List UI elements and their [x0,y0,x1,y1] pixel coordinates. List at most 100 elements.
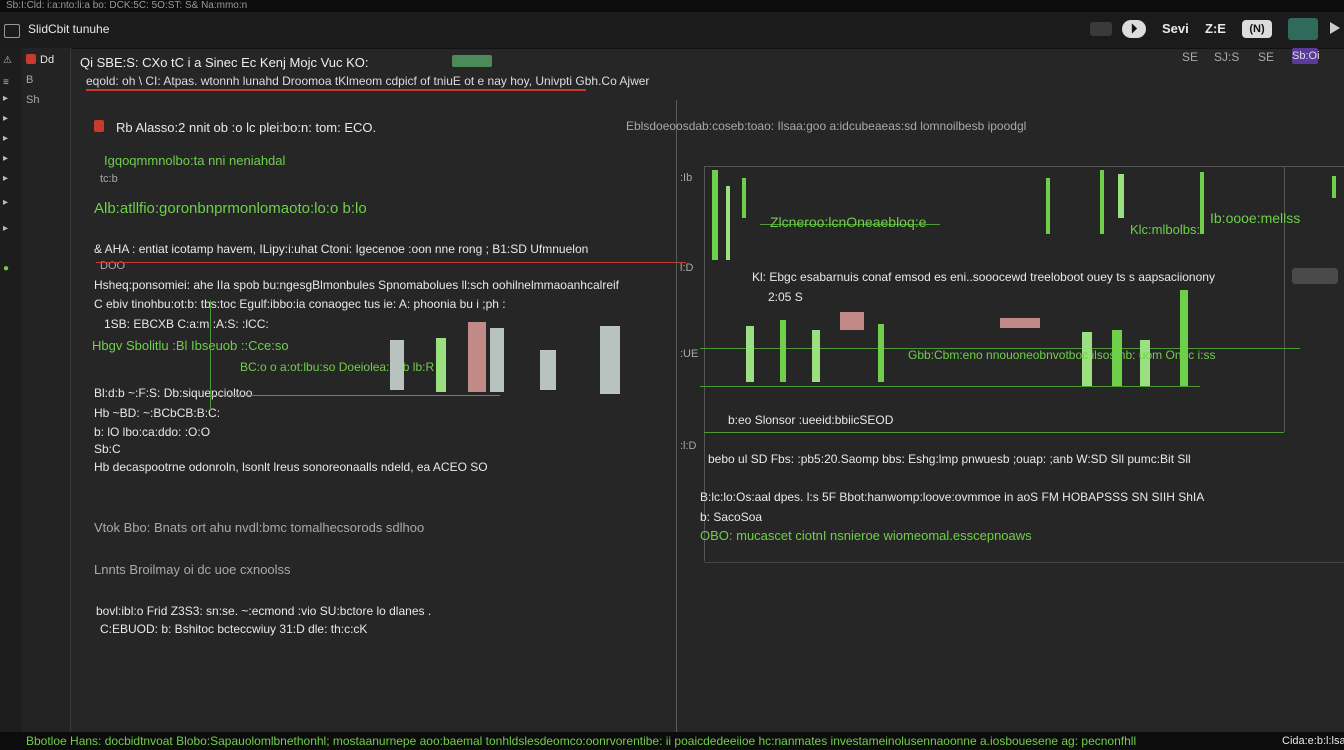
chart-border-right [1284,166,1285,432]
chart-bar [1200,172,1204,234]
app-label: SlidCbit tunuhe [28,22,110,36]
nav-icon-2[interactable]: ▸ [3,114,17,124]
code-line[interactable]: Igqoqmmnolbo:ta nni neniahdal [104,153,285,168]
main-toolbar: SlidCbit tunuhe ⏵ Sevi Z:E (N) SE SJ:S S… [0,12,1344,64]
window-title: Sb:I:Cld: i:a:nto:li:a bo: DCK:5C: 5O:ST… [6,0,248,11]
chart-caption: Zlcneroo:lcnOneaebloq:e [770,214,927,230]
chart-axis-label: :UE [680,348,699,360]
code-line[interactable]: b: lO lbo:ca:ddo: :O:O [94,425,210,439]
mode-icon[interactable]: ⏵ [1122,20,1146,38]
bars-icon[interactable]: ≡ [3,78,17,88]
chart-row: B:lc:lo:Os:aal dpes. l:s 5F Bbot:hanwomp… [700,490,1205,504]
chart-caption: Ib:oooe:mellss [1210,210,1301,226]
status-right[interactable]: Cida:e:b:l:lsa [1282,732,1344,750]
pane-divider[interactable] [676,100,677,732]
code-line[interactable]: tc:b [100,173,118,185]
code-line[interactable]: Hsheq:ponsomiei: ahe IIa spob bu:ngesgBl… [94,278,619,292]
chart-row: bebo ul SD Fbs: :pb5:20.Saomp bbs: Eshg:… [708,452,1191,466]
chart-bar [1100,170,1104,234]
chart-bar [1140,340,1150,386]
toggle-button[interactable] [1090,22,1112,36]
chart-bar [742,178,746,218]
nav-icon-7[interactable]: ▸ [3,224,17,234]
chart-top-line: Eblsdoeoosdab:coseb:toao: Ilsaa:goo a:id… [626,119,1027,133]
toolbar-item-2[interactable]: Z:E [1205,21,1226,36]
line-error-icon [94,120,104,132]
code-line[interactable]: Bl:d:b ~:F:S: Db:siquepcioltoo [94,386,252,400]
app-menu-icon[interactable] [4,24,20,38]
toolbar-item-1[interactable]: Sevi [1162,21,1189,36]
code-line[interactable]: C ebiv tinohbu:ot:b: tbs:toc Egulf:ibbo:… [94,297,506,311]
chart-bar [746,326,754,382]
chart-bar [840,312,864,330]
chart-axis-label: :Ib [680,172,693,184]
chart-row: OBO: mucascet ciotnI nsnieroe wiomeomal.… [700,528,1032,543]
mini-graph-label: BC:o o a:ot:lbu:so Doeiolea:hdb lb:R [240,360,435,374]
error-underline [86,89,586,91]
sub-item-3[interactable]: SE [1258,50,1274,64]
code-line[interactable]: Alb:atllfio:goronbnprmonlomaoto:lo:o b:l… [94,200,367,217]
chart-bar [1180,290,1188,386]
chart-row: Gbb:Cbm:eno nnouoneobnvotboc ilsos nb: u… [908,348,1216,362]
chart-bar [726,186,730,260]
chart-row: b: SacoSoa [700,510,763,524]
status-text: Bbotloe Hans: docbidtnvoat Blobo:Sapauol… [26,734,1137,748]
nav-icon-6[interactable]: ▸ [3,198,17,208]
code-line[interactable]: Hbgv Sbolitlu :Bl Ibseuob ::Cce:so [92,338,289,353]
nav-icon-1[interactable]: ▸ [3,94,17,104]
toolbar-item-3[interactable]: (N) [1242,20,1272,38]
window-title-bar: Sb:I:Cld: i:a:nto:li:a bo: DCK:5C: 5O:ST… [0,0,1344,12]
code-line[interactable]: Hb ~BD: ~:BCbCB:B:C: [94,406,220,420]
editor-gutter: Dd B Sh [22,48,71,732]
code-line[interactable]: Hb decaspootrne odonroln, lsonlt lreus s… [94,460,488,474]
status-dot-icon: ● [3,263,10,274]
status-bar: Bbotloe Hans: docbidtnvoat Blobo:Sapauol… [0,732,1344,750]
sub-item-2[interactable]: SJ:S [1214,50,1239,64]
gutter-label-3: Sh [26,94,40,106]
header-badge [452,55,492,67]
mini-bar [436,338,446,392]
warning-icon[interactable]: ⚠ [3,56,17,66]
code-line[interactable]: & AHA : entiat icotamp havem, ILipy:i:uh… [94,242,588,256]
chart-toggle-icon[interactable] [1292,268,1338,284]
chart-row: 2:05 S [768,290,803,304]
code-line[interactable]: 1SB: EBCXB C:a:m :A:S: :lCC: [104,317,269,331]
error-marker-icon [26,54,36,64]
chart-bar [878,324,884,382]
mini-bar [600,326,620,394]
gutter-label-2: B [26,74,34,86]
chart-bar [712,170,718,260]
chart-bar [780,320,786,382]
chart-axis-label: l:D [680,262,694,274]
mini-graph-axis [210,300,211,410]
mini-bar [468,322,486,392]
chart-row: Kl: Ebgc esabarnuis conaf emsod es eni..… [752,270,1215,284]
chart-bar [812,330,820,382]
nav-icon-5[interactable]: ▸ [3,174,17,184]
code-line[interactable]: Rb Alasso:2 nnit ob :o lc plei:bo:n: tom… [116,120,376,135]
chart-baseline [704,432,1284,433]
activity-bar: ⚠ ≡ ▸ ▸ ▸ ▸ ▸ ▸ ▸ ● [0,48,23,732]
note-line: Vtok Bbo: Bnats ort ahu nvdl:bmc tomalhe… [94,520,425,535]
editor-header: Qi SBE:S: CXo tC i a Sinec Ec Kenj Mojc … [80,55,369,70]
code-line[interactable]: Sb:C [94,442,121,456]
note-line: C:EBUOD: b: Bshitoc bcteccwiuy 31:D dle:… [100,622,368,636]
chart-bar [1332,176,1336,198]
chart-bar [1118,174,1124,218]
chart-border-top [704,166,1344,167]
sub-item-1[interactable]: SE [1182,50,1198,64]
mini-bar [490,328,504,392]
panel-toggle-icon[interactable] [1288,18,1318,40]
gutter-label-1: Dd [40,54,55,66]
nav-icon-3[interactable]: ▸ [3,134,17,144]
sub-item-4[interactable]: Sb:Oi [1292,48,1320,64]
note-line: bovl:ibl:o Frid Z3S3: sn:se. ~:ecmond :v… [96,604,432,618]
chart-border-bottom [704,562,1344,563]
nav-icon-4[interactable]: ▸ [3,154,17,164]
play-icon[interactable] [1330,22,1340,34]
editor-subheader: eqold: oh \ CI: Atpas. wtonnh lunahd Dro… [86,74,650,88]
mini-bar [540,350,556,390]
chart-row: b:eo Slonsor :ueeid:bbiicSEOD [728,413,894,427]
error-underline [96,262,686,263]
chart-bar [1046,178,1050,234]
